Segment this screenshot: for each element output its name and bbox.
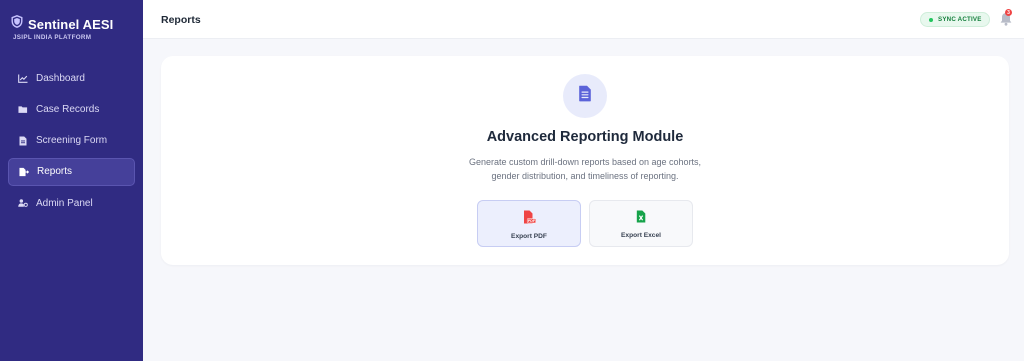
status-dot-icon: [929, 17, 933, 22]
export-pdf-label: Export PDF: [511, 233, 547, 240]
sidebar-item-admin-panel[interactable]: Admin Panel: [8, 189, 135, 217]
module-description: Generate custom drill-down reports based…: [435, 156, 735, 183]
sidebar-item-label: Reports: [37, 166, 73, 178]
sidebar-item-dashboard[interactable]: Dashboard: [8, 64, 135, 92]
sidebar: Sentinel AESI JSIPL INDIA PLATFORM Dashb…: [0, 0, 143, 361]
export-excel-label: Export Excel: [621, 232, 661, 239]
sidebar-nav: Dashboard Case Records Screening Form Re…: [8, 64, 135, 220]
shield-icon: [11, 15, 23, 33]
sidebar-item-label: Screening Form: [36, 135, 108, 147]
file-excel-icon: [636, 210, 646, 225]
description-line: Generate custom drill-down reports based…: [468, 157, 702, 167]
export-pdf-button[interactable]: PDF Export PDF: [477, 200, 581, 247]
report-document-icon: [578, 85, 592, 107]
sync-status-badge: SYNC ACTIVE: [920, 12, 990, 27]
description-line: gender distribution, and timeliness of r…: [491, 170, 679, 181]
chart-line-icon: [18, 73, 28, 83]
file-pdf-icon: PDF: [523, 210, 536, 226]
sidebar-item-label: Case Records: [36, 103, 100, 115]
reporting-card: Advanced Reporting Module Generate custo…: [161, 56, 1009, 265]
report-icon-circle: [563, 74, 607, 118]
module-title: Advanced Reporting Module: [486, 129, 684, 145]
sidebar-item-reports[interactable]: Reports: [8, 157, 135, 186]
user-gear-icon: [18, 198, 28, 208]
sidebar-item-label: Dashboard: [36, 72, 85, 84]
brand-subtitle: JSIPL INDIA PLATFORM: [13, 34, 92, 41]
sidebar-item-label: Admin Panel: [36, 197, 93, 209]
sidebar-item-screening-form[interactable]: Screening Form: [8, 127, 135, 155]
brand-name: Sentinel AESI: [28, 16, 114, 32]
sync-status-label: SYNC ACTIVE: [938, 16, 982, 23]
file-export-icon: [19, 167, 29, 177]
folder-icon: [18, 104, 28, 114]
notification-badge: 3: [1005, 9, 1012, 16]
brand[interactable]: Sentinel AESI: [11, 15, 113, 33]
document-icon: [18, 136, 28, 146]
pdf-icon-text: PDF: [527, 219, 535, 223]
page-title: Reports: [161, 14, 201, 26]
top-bar: Reports SYNC ACTIVE 3: [143, 0, 1024, 39]
export-excel-button[interactable]: Export Excel: [589, 200, 693, 247]
sidebar-item-case-records[interactable]: Case Records: [8, 95, 135, 123]
